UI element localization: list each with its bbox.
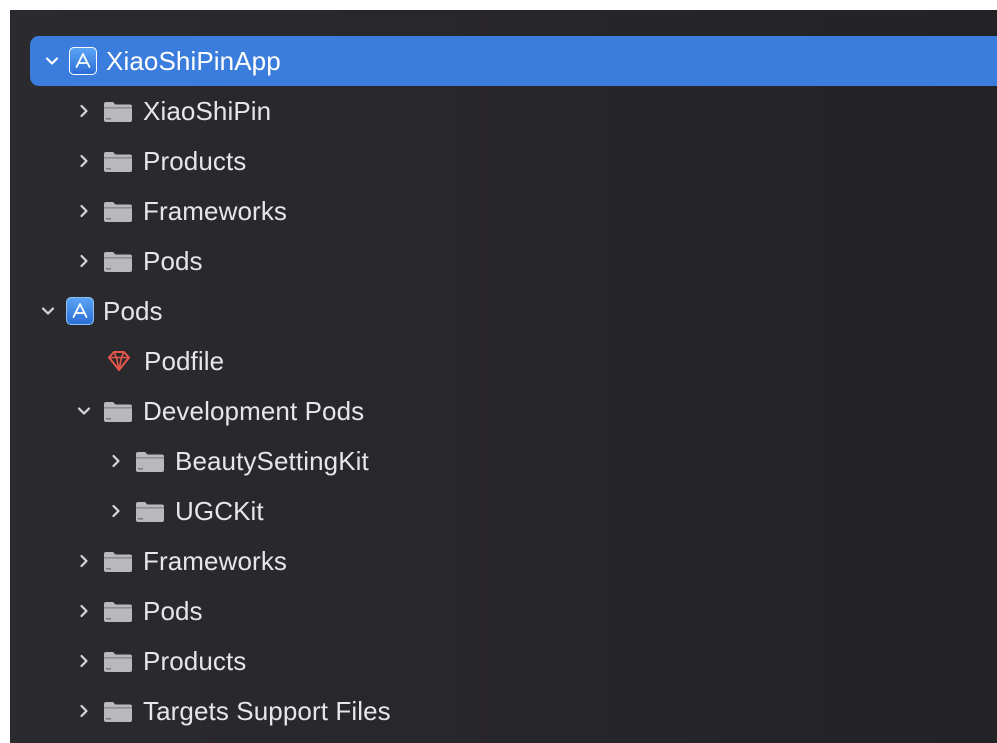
chevron-down-icon[interactable] [72,399,96,423]
folder-icon [102,398,134,424]
tree-row-xiaoshipin[interactable]: XiaoShiPin [10,86,997,136]
tree-row-label: XiaoShiPinApp [106,45,281,76]
chevron-right-icon[interactable] [104,449,128,473]
folder-icon [102,198,134,224]
chevron-down-icon[interactable] [36,299,60,323]
tree-row-label: UGCKit [175,495,264,526]
folder-icon [102,598,134,624]
ruby-gem-icon [106,349,132,373]
folder-icon [102,698,134,724]
tree-row-frameworks-pods[interactable]: Frameworks [10,536,997,586]
folder-icon [102,248,134,274]
tree-row-targets-support-files[interactable]: Targets Support Files [10,686,997,736]
tree-row-label: Development Pods [143,395,365,426]
tree-row-xiaoshipinapp[interactable]: XiaoShiPinApp [30,36,997,86]
tree-row-label: Targets Support Files [143,695,391,726]
chevron-right-icon[interactable] [72,649,96,673]
tree-row-podfile[interactable]: Podfile [10,336,997,386]
folder-icon [102,548,134,574]
folder-icon [102,148,134,174]
folder-icon [102,648,134,674]
folder-icon [134,448,166,474]
chevron-right-icon[interactable] [72,99,96,123]
tree-row-label: BeautySettingKit [175,445,369,476]
tree-row-pods-folder[interactable]: Pods [10,586,997,636]
tree-row-label: Pods [143,245,203,276]
chevron-right-icon[interactable] [72,699,96,723]
chevron-right-icon[interactable] [72,599,96,623]
chevron-right-icon[interactable] [72,249,96,273]
folder-icon [134,498,166,524]
tree-row-products[interactable]: Products [10,136,997,186]
tree-row-label: Podfile [144,345,225,376]
tree-row-label: XiaoShiPin [143,95,272,126]
tree-row-pods-project[interactable]: Pods [10,286,997,336]
tree-row-ugckit[interactable]: UGCKit [10,486,997,536]
chevron-right-icon[interactable] [104,499,128,523]
tree-row-label: Products [143,645,247,676]
tree-row-development-pods[interactable]: Development Pods [10,386,997,436]
tree-row-frameworks[interactable]: Frameworks [10,186,997,236]
tree-row-products-pods[interactable]: Products [10,636,997,686]
folder-icon [102,98,134,124]
tree-row-beautysettingkit[interactable]: BeautySettingKit [10,436,997,486]
tree-row-label: Pods [103,295,163,326]
chevron-right-icon[interactable] [72,149,96,173]
tree-row-label: Products [143,145,247,176]
xcode-project-icon [66,297,94,325]
tree-row-label: Frameworks [143,195,288,226]
xcode-project-icon [69,47,97,75]
chevron-down-icon[interactable] [40,49,64,73]
project-navigator: XiaoShiPinApp XiaoShiPin Products Framew… [10,10,997,743]
chevron-right-icon[interactable] [72,549,96,573]
tree-row-label: Pods [143,595,203,626]
tree-row-label: Frameworks [143,545,288,576]
tree-row-pods[interactable]: Pods [10,236,997,286]
chevron-right-icon[interactable] [72,199,96,223]
